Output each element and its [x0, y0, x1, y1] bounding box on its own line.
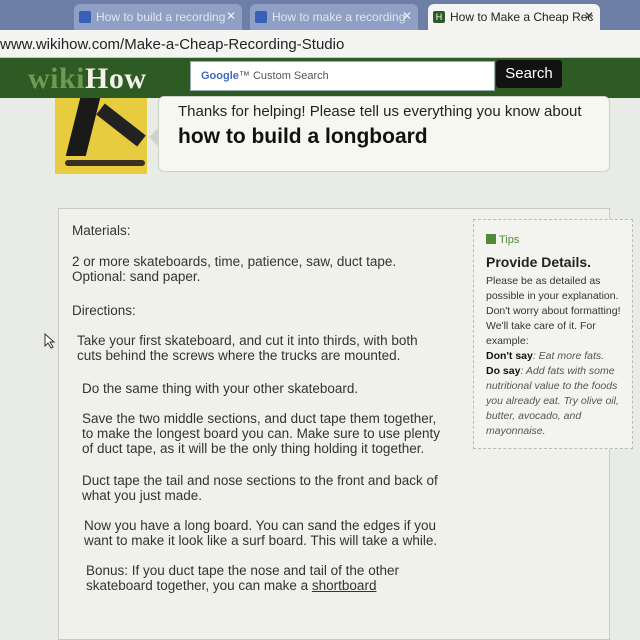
google-label: Google [201, 70, 239, 82]
logo-how: How [85, 62, 147, 95]
search-placeholder: Google™ Custom Search [201, 70, 329, 82]
paragraph: Do the same thing with your other skateb… [82, 381, 359, 396]
browser-tab-2[interactable]: How to make a recording ✕ [250, 4, 418, 30]
wikihow-logo[interactable]: wikiHow [28, 62, 147, 96]
browser-tab-active[interactable]: H How to Make a Cheap Rec ✕ [428, 4, 600, 30]
do-say-label: Do say [486, 365, 521, 377]
paragraph: Take your first skateboard, and cut it i… [77, 333, 418, 363]
paragraph: Now you have a long board. You can sand … [84, 518, 438, 548]
prompt-bubble: Thanks for helping! Please tell us every… [149, 96, 610, 172]
tab-title: How to build a recording [96, 10, 226, 24]
tips-title: Provide Details. [486, 254, 592, 270]
close-tab-icon[interactable]: ✕ [402, 9, 412, 23]
leg-shape [96, 103, 146, 147]
url-text[interactable]: www.wikihow.com/Make-a-Cheap-Recording-S… [0, 36, 344, 53]
mouse-cursor-icon [44, 333, 56, 349]
tips-icon [486, 234, 496, 244]
article-image [55, 98, 147, 174]
address-bar[interactable]: www.wikihow.com/Make-a-Cheap-Recording-S… [0, 30, 640, 58]
tips-intro: Please be as detailed as possible in you… [486, 275, 621, 347]
paragraph: Directions: [72, 303, 136, 318]
board-shape [65, 160, 145, 166]
search-input[interactable]: Google™ Custom Search [190, 61, 495, 91]
search-placeholder-text: Custom Search [252, 70, 329, 82]
close-tab-icon[interactable]: ✕ [226, 9, 236, 23]
dont-say-label: Don't say [486, 350, 533, 362]
wikihow-favicon-icon: H [433, 11, 445, 23]
site-header: wikiHow Google™ Custom Search Search [0, 58, 640, 98]
browser-tab-strip: How to build a recording ✕ How to make a… [0, 0, 640, 30]
tips-body: Please be as detailed as possible in you… [486, 274, 628, 439]
prompt-text: Thanks for helping! Please tell us every… [178, 103, 582, 120]
paragraph-bonus: Bonus: If you duct tape the nose and tai… [86, 563, 399, 593]
leg-shape [65, 98, 101, 156]
search-button[interactable]: Search [496, 60, 562, 88]
paragraph: Save the two middle sections, and duct t… [82, 411, 440, 456]
tab-title: How to Make a Cheap Rec [450, 10, 594, 24]
tips-panel: Tips Provide Details. Please be as detai… [473, 219, 633, 449]
shortboard-link[interactable]: shortboard [312, 578, 377, 593]
paragraph: Materials: [72, 223, 131, 238]
tips-badge: Tips [486, 234, 519, 246]
tab-title: How to make a recording [272, 10, 406, 24]
paragraph: Duct tape the tail and nose sections to … [82, 473, 438, 503]
close-tab-icon[interactable]: ✕ [584, 9, 594, 23]
browser-tab-1[interactable]: How to build a recording ✕ [74, 4, 242, 30]
bubble-tail [149, 127, 159, 147]
paragraph: 2 or more skateboards, time, patience, s… [72, 254, 397, 284]
logo-wiki: wiki [28, 62, 86, 95]
favicon-icon [79, 11, 91, 23]
tips-badge-label: Tips [499, 234, 520, 246]
article-title: how to build a longboard [178, 125, 428, 148]
article-editor[interactable]: Materials: 2 or more skateboards, time, … [58, 208, 633, 640]
favicon-icon [255, 11, 267, 23]
dont-say-example: : Eat more fats. [532, 350, 605, 362]
